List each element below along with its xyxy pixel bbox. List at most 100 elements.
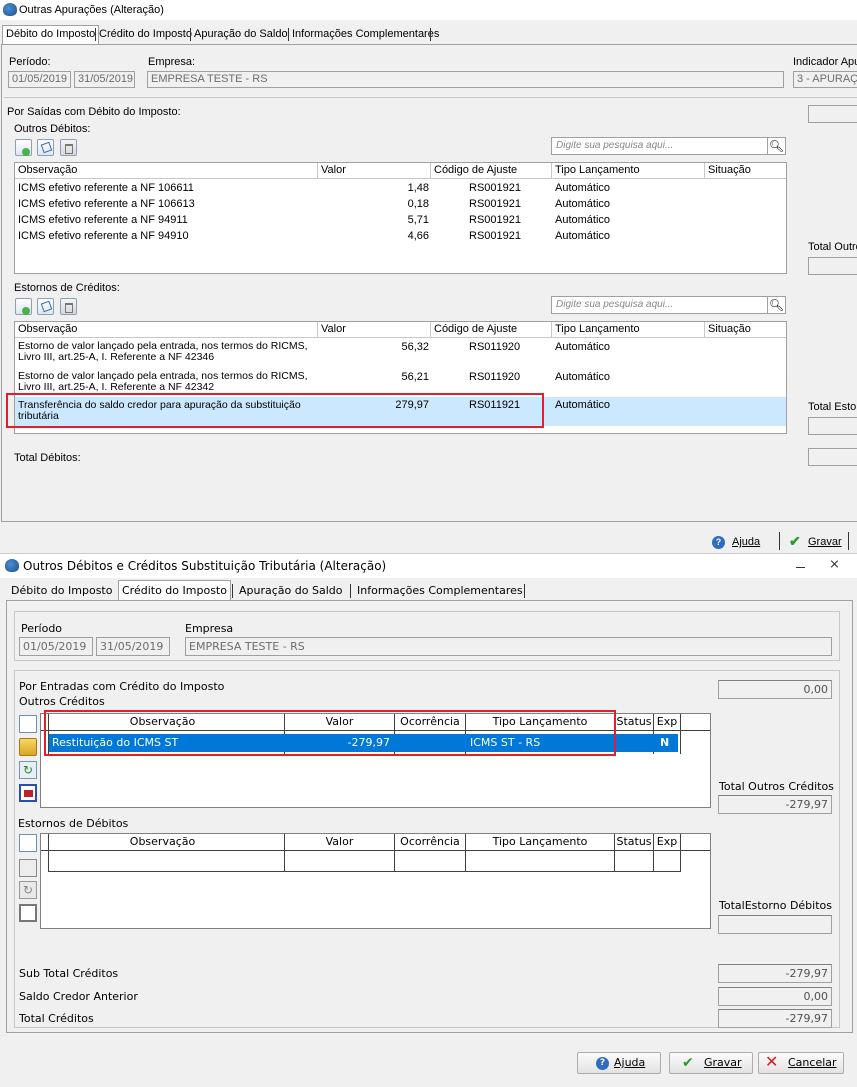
cancelar-button[interactable]: ✕ Cancelar <box>758 1052 844 1074</box>
col-tipo[interactable]: Tipo Lançamento <box>555 323 640 335</box>
col-tipo[interactable]: Tipo Lançamento <box>555 164 640 176</box>
tab-divider <box>350 584 351 598</box>
tab-divider <box>288 28 289 41</box>
periodo-de-field[interactable]: 01/05/2019 <box>19 637 93 656</box>
col-status[interactable]: Status <box>615 715 653 728</box>
empresa-field[interactable]: EMPRESA TESTE - RS <box>147 71 784 88</box>
cell-tipo: Automático <box>555 371 611 383</box>
table-row[interactable]: ICMS efetivo referente a NF 106613 0,18 … <box>15 196 786 212</box>
add-icon[interactable] <box>15 139 32 156</box>
minimize-icon[interactable] <box>796 567 805 568</box>
cell-codigo: RS001921 <box>469 182 521 194</box>
col-valor[interactable]: Valor <box>321 323 346 335</box>
search-input[interactable]: Digite sua pesquisa aqui... <box>551 296 768 314</box>
cell-codigo: RS001921 <box>469 230 521 242</box>
tab-divider <box>95 28 96 41</box>
highlight-box <box>6 393 544 428</box>
cell-obs: ICMS efetivo referente a NF 106611 <box>18 182 194 194</box>
cell-obs: ICMS efetivo referente a NF 94911 <box>18 214 188 226</box>
estornos-debitos-grid: Observação Valor Ocorrência Tipo Lançame… <box>40 833 711 929</box>
tab-informacoes[interactable]: Informações Complementares <box>289 26 442 43</box>
col-valor[interactable]: Valor <box>321 164 346 176</box>
ajuda-label: Ajuda <box>614 1056 646 1069</box>
tab-apuracao[interactable]: Apuração do Saldo <box>191 26 291 43</box>
ajuda-button[interactable]: ? Ajuda <box>577 1052 661 1074</box>
help-icon: ? <box>712 536 725 549</box>
refresh-icon[interactable]: ↻ <box>19 761 37 779</box>
new-doc-icon[interactable] <box>19 715 37 733</box>
table-row[interactable]: Estorno de valor lançado pela entrada, n… <box>15 339 786 369</box>
trash-icon[interactable] <box>60 139 77 156</box>
indicador-field[interactable]: 3 - APURAÇ <box>793 71 857 88</box>
edit-icon[interactable] <box>37 139 54 156</box>
open-folder-icon[interactable] <box>19 859 37 877</box>
cell-obs: ICMS efetivo referente a NF 106613 <box>18 198 195 210</box>
periodo-de-field[interactable]: 01/05/2019 <box>8 71 71 88</box>
indicador-label: Indicador Apu <box>793 56 857 68</box>
col-ocorrencia[interactable]: Ocorrência <box>395 835 465 848</box>
periodo-ate-field[interactable]: 31/05/2019 <box>96 637 170 656</box>
empresa-field[interactable]: EMPRESA TESTE - RS <box>185 637 832 656</box>
title-bar: Outros Débitos e Créditos Substituição T… <box>0 554 857 578</box>
col-observacao[interactable]: Observação <box>18 323 77 335</box>
tab-apuracao[interactable]: Apuração do Saldo <box>236 582 345 599</box>
tab-credito[interactable]: Crédito do Imposto <box>96 26 195 43</box>
highlight-box <box>44 710 616 756</box>
tab-informacoes[interactable]: Informações Complementares <box>354 582 526 599</box>
toolbar-divider <box>848 532 849 550</box>
open-folder-icon[interactable] <box>19 738 37 756</box>
window-outros-debitos-creditos-st: Outros Débitos e Créditos Substituição T… <box>0 553 857 1087</box>
col-tipo[interactable]: Tipo Lançamento <box>466 835 614 848</box>
cell-valor: 4,66 <box>407 230 429 242</box>
total-debitos-field <box>808 448 857 466</box>
cancel-icon: ✕ <box>765 1052 779 1071</box>
col-exp[interactable]: Exp <box>654 715 680 728</box>
empresa-label: Empresa <box>185 622 234 635</box>
tab-debito[interactable]: Débito do Imposto <box>2 25 100 44</box>
table-row[interactable]: ICMS efetivo referente a NF 106611 1,48 … <box>15 180 786 196</box>
cell-tipo: Automático <box>555 182 611 194</box>
col-observacao[interactable]: Observação <box>18 164 77 176</box>
cell-obs-line2: Livro III, art.25-A, I. Referente a NF 4… <box>18 351 215 363</box>
total-outros-field <box>808 257 857 275</box>
add-icon[interactable] <box>15 298 32 315</box>
periodo-ate-field[interactable]: 31/05/2019 <box>74 71 135 88</box>
saidas-label: Por Saídas com Débito do Imposto: <box>7 106 181 118</box>
estornos-debitos-label: Estornos de Débitos <box>18 817 129 830</box>
col-exp[interactable]: Exp <box>654 835 680 848</box>
col-valor[interactable]: Valor <box>285 835 394 848</box>
table-row[interactable]: ICMS efetivo referente a NF 94911 5,71 R… <box>15 212 786 228</box>
cell-exp[interactable]: N <box>660 734 669 752</box>
search-input[interactable]: Digite sua pesquisa aqui... <box>551 137 768 155</box>
col-codigo[interactable]: Código de Ajuste <box>434 323 517 335</box>
col-situacao[interactable]: Situação <box>708 323 751 335</box>
tab-debito[interactable]: Débito do Imposto <box>8 582 115 599</box>
trash-icon[interactable] <box>60 298 77 315</box>
close-icon[interactable]: ⨯ <box>829 557 840 572</box>
empty-row[interactable] <box>49 871 681 872</box>
cell-codigo: RS001921 <box>469 214 521 226</box>
col-observacao[interactable]: Observação <box>41 835 284 848</box>
tab-divider <box>524 584 525 598</box>
col-codigo[interactable]: Código de Ajuste <box>434 164 517 176</box>
table-row[interactable]: ICMS efetivo referente a NF 94910 4,66 R… <box>15 228 786 244</box>
total-creditos-field: -279,97 <box>718 1009 832 1028</box>
tab-credito[interactable]: Crédito do Imposto <box>118 580 231 600</box>
col-situacao[interactable]: Situação <box>708 164 751 176</box>
ajuda-label: Ajuda <box>732 536 761 548</box>
search-icon[interactable]: 🔍︎ <box>768 137 786 155</box>
tab-divider <box>190 28 191 41</box>
periodo-label: Período <box>21 622 63 635</box>
gravar-button[interactable]: ✔ Gravar <box>669 1052 753 1074</box>
sub-total-field: -279,97 <box>718 964 832 983</box>
calendar-icon[interactable] <box>19 904 37 922</box>
new-doc-icon[interactable] <box>19 834 37 852</box>
refresh-icon[interactable]: ↻ <box>19 881 37 899</box>
edit-icon[interactable] <box>37 298 54 315</box>
cell-obs-line2: Livro III, art.25-A, I. Referente a NF 4… <box>18 381 215 393</box>
calendar-icon[interactable] <box>19 784 37 802</box>
col-status[interactable]: Status <box>615 835 653 848</box>
cell-tipo: Automático <box>555 230 611 242</box>
cell-obs: ICMS efetivo referente a NF 94910 <box>18 230 189 242</box>
search-icon[interactable]: 🔍︎ <box>768 296 786 314</box>
